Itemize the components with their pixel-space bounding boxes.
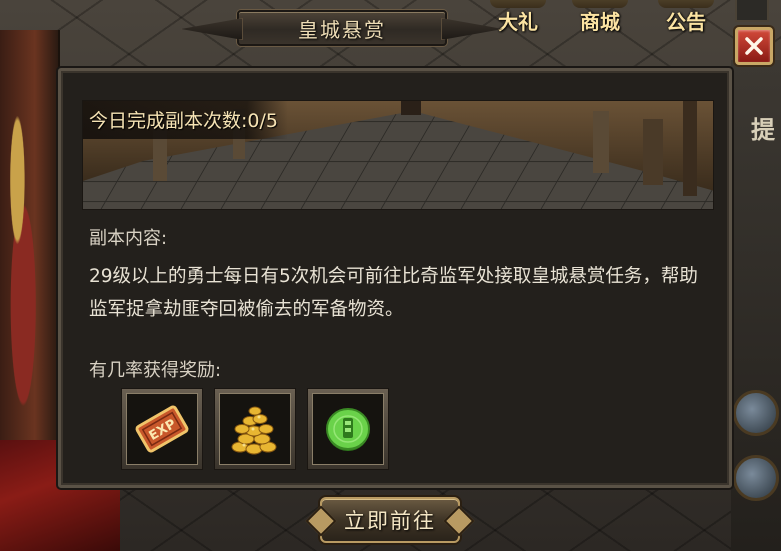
dungeon-banner-image: 今日完成副本次数:0/5 [82, 100, 714, 210]
orb-icon [733, 455, 779, 501]
gold-coins-icon [231, 406, 277, 455]
reward-slot-exp[interactable]: EXP [121, 388, 203, 470]
orb-icon [733, 390, 779, 436]
top-gift-button[interactable]: 大礼 [478, 0, 558, 40]
go-now-button[interactable]: 立即前往 [320, 497, 460, 543]
dungeon-description: 29级以上的勇士每日有5次机会可前往比奇监军处接取皇城悬赏任务，帮助监军捉拿劫匪… [89, 266, 698, 320]
close-icon [745, 37, 763, 55]
green-token-icon [326, 408, 370, 451]
top-shop-label: 商城 [580, 9, 620, 34]
top-notice-label: 公告 [666, 9, 706, 34]
close-button[interactable] [735, 27, 773, 65]
rewards-section-title: 有几率获得奖励: [89, 360, 222, 381]
side-hint-text: 提 [751, 115, 775, 144]
gift-badge-icon [490, 0, 546, 8]
content-section-title: 副本内容: [89, 228, 168, 249]
notice-icon [658, 0, 714, 8]
counter-label: 今日完成副本次数: [89, 110, 248, 132]
reward-slot-gold[interactable] [214, 388, 296, 470]
daily-completion-counter: 今日完成副本次数:0/5 [83, 101, 288, 139]
window-title: 皇城悬赏 [298, 17, 386, 42]
shop-icon [572, 0, 628, 8]
top-right-slot [735, 0, 769, 22]
dungeon-info-panel: 今日完成副本次数:0/5 副本内容: 29级以上的勇士每日有5次机会可前往比奇监… [58, 68, 732, 488]
top-notice-button[interactable]: 公告 [650, 0, 722, 40]
window-title-plate: 皇城悬赏 [237, 10, 447, 46]
panel-content: 今日完成副本次数:0/5 副本内容: 29级以上的勇士每日有5次机会可前往比奇监… [79, 83, 714, 473]
go-now-label: 立即前往 [344, 509, 436, 533]
counter-value: 0/5 [247, 110, 278, 132]
reward-slot-token[interactable] [307, 388, 389, 470]
top-gift-label: 大礼 [498, 9, 538, 34]
exp-scroll-icon: EXP [135, 405, 189, 453]
top-shop-button[interactable]: 商城 [566, 0, 634, 40]
